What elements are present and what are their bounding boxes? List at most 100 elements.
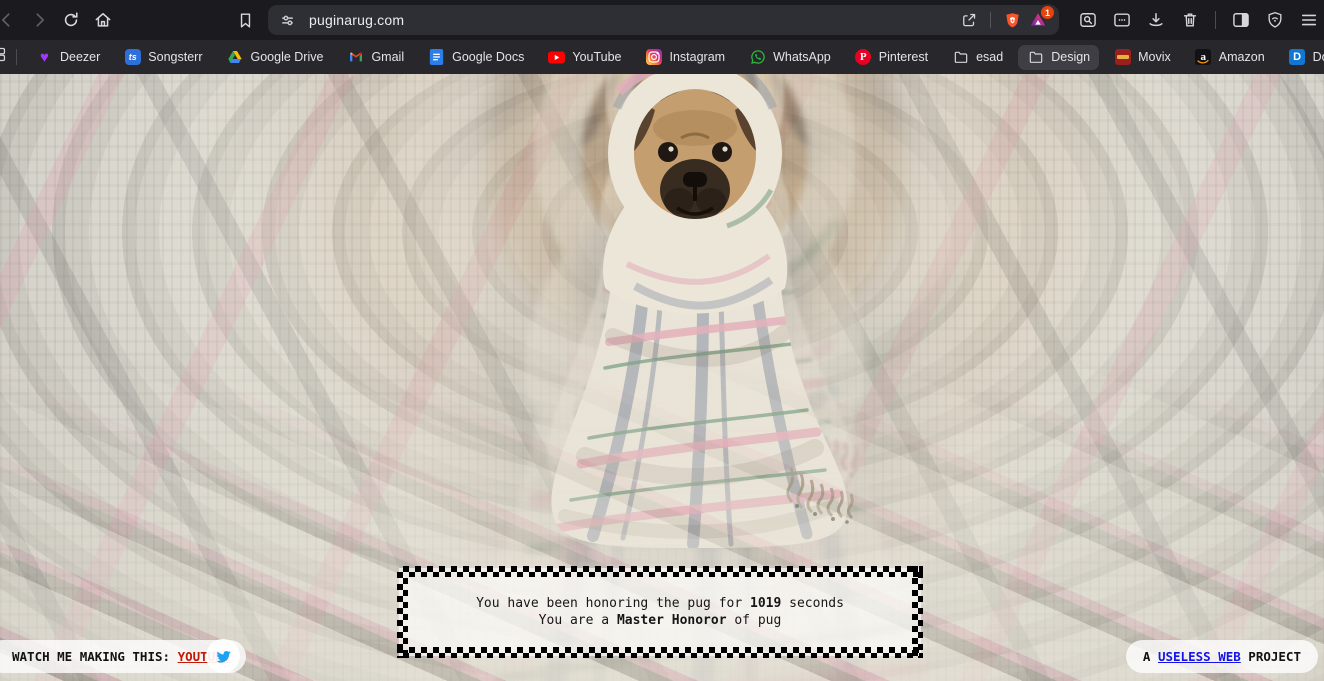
bookmark-label: Pinterest [879,50,928,64]
deezer-icon: ♥ [40,50,49,65]
bookmark-item-gmail[interactable]: Gmail [338,45,413,70]
page-viewport: You have been honoring the pug for 1019 … [0,74,1324,681]
bookmark-label: Movix [1138,50,1171,64]
back-button[interactable] [0,5,22,35]
vpn-shield-icon [1265,10,1285,30]
pixel-border-left [397,566,408,658]
watch-label: WATCH ME MAKING THIS: [12,649,178,664]
back-icon [0,10,17,30]
bookmark-icon [236,11,255,30]
browser-window: puginarug.com 1 [0,0,1324,681]
home-icon [93,10,113,30]
twitter-share-button[interactable] [206,639,240,673]
rank-suffix: of pug [727,613,782,628]
bookmark-item-amazon[interactable]: aAmazon [1186,45,1274,70]
bookmark-item-youtube[interactable]: YouTube [539,45,630,70]
whatsapp-icon [750,49,766,65]
sidebar-button[interactable] [1226,5,1256,35]
brave-shields-button[interactable] [999,7,1025,33]
home-button[interactable] [88,5,118,35]
movix-icon [1115,49,1131,65]
reload-button[interactable] [56,5,86,35]
pug-main-figure [485,74,905,556]
google-docs-icon [429,49,444,65]
search-window-button[interactable] [1073,5,1103,35]
tune-icon[interactable] [278,11,297,30]
bookmark-label: Design [1051,50,1090,64]
bookmark-label: Doctolib : Prenez re... [1313,50,1324,64]
rank-value: Master Honoror [617,613,727,628]
pixel-border-top [397,566,923,577]
rewards-notification-badge: 1 [1041,6,1054,19]
toolbar-divider [1215,11,1216,29]
bookmarks-divider [16,49,17,65]
downloads-button[interactable] [1141,5,1171,35]
honor-rank-line: You are a Master Honoror of pug [539,613,782,629]
pixel-border-bottom [397,647,923,658]
bookmarks-panel-button[interactable] [230,5,260,35]
bookmark-label: WhatsApp [773,50,831,64]
download-icon [1146,10,1166,30]
rank-prefix: You are a [539,613,617,628]
folder-icon [953,49,969,65]
songsterr-icon: ts [125,49,141,65]
bookmark-item-deezer[interactable]: ♥ Deezer [27,45,109,70]
folder-icon [1028,49,1044,65]
url-bar[interactable]: puginarug.com 1 [268,5,1059,35]
gmail-icon [348,49,364,65]
nav-buttons [0,5,118,35]
vpn-shield-button[interactable] [1260,5,1290,35]
project-suffix: PROJECT [1241,649,1301,664]
honor-counter-line: You have been honoring the pug for 1019 … [476,596,844,612]
search-window-icon [1078,10,1098,30]
bookmark-item-movix[interactable]: Movix [1105,45,1180,70]
url-text[interactable]: puginarug.com [309,12,956,28]
brave-rewards-wrap: 1 [1025,7,1051,33]
useless-web-link[interactable]: USELESS WEB [1158,649,1241,664]
bookmark-item-whatsapp[interactable]: WhatsApp [740,45,840,70]
google-drive-icon [227,49,243,65]
reload-icon [61,10,81,30]
toolbar-right-icons [1073,5,1324,35]
bookmark-label: Instagram [670,50,726,64]
bookmark-item-doctolib-prenez-re[interactable]: DDoctolib : Prenez re... [1280,45,1324,70]
browser-toolbar: puginarug.com 1 [0,0,1324,40]
brave-shield-icon [1003,11,1022,30]
bookmark-label: Google Docs [452,50,524,64]
honor-prefix: You have been honoring the pug for [476,596,750,611]
honor-message-box: You have been honoring the pug for 1019 … [399,568,921,656]
bookmark-item-google-drive[interactable]: Google Drive [218,45,333,70]
bookmark-item-google-docs[interactable]: Google Docs [419,45,533,70]
reading-list-icon[interactable] [0,46,8,68]
twitter-bird-icon [215,648,232,665]
useless-web-pill: A USELESS WEB PROJECT [1126,640,1318,673]
share-button[interactable] [956,7,982,33]
trash-button[interactable] [1175,5,1205,35]
project-prefix: A [1143,649,1158,664]
wallet-button[interactable] [1107,5,1137,35]
honor-seconds-value: 1019 [750,596,781,611]
bookmark-item-instagram[interactable]: Instagram [637,45,735,70]
forward-icon [29,10,49,30]
menu-icon [1299,10,1319,30]
bookmark-label: Songsterr [148,50,202,64]
youtube-icon [548,51,565,64]
bookmarks-list: ♥ Deezer ts Songsterr Google Drive Gmail Googl… [27,45,1324,70]
bookmarks-bar: ♥ Deezer ts Songsterr Google Drive Gmail Googl… [0,40,1324,74]
honor-suffix: seconds [781,596,844,611]
trash-icon [1180,10,1200,30]
forward-button[interactable] [24,5,54,35]
bookmark-label: Gmail [371,50,404,64]
pinterest-icon: P [855,49,871,65]
bookmark-item-design[interactable]: Design [1018,45,1099,70]
pug-in-rug-image [485,74,905,556]
urlbar-divider [990,12,991,28]
instagram-icon [646,49,662,65]
bookmark-label: esad [976,50,1003,64]
bookmark-label: Deezer [60,50,100,64]
wallet-icon [1112,10,1132,30]
menu-button[interactable] [1294,5,1324,35]
bookmark-item-esad[interactable]: esad [943,45,1012,70]
bookmark-item-songsterr[interactable]: ts Songsterr [115,45,211,70]
bookmark-item-pinterest[interactable]: P Pinterest [846,45,937,70]
